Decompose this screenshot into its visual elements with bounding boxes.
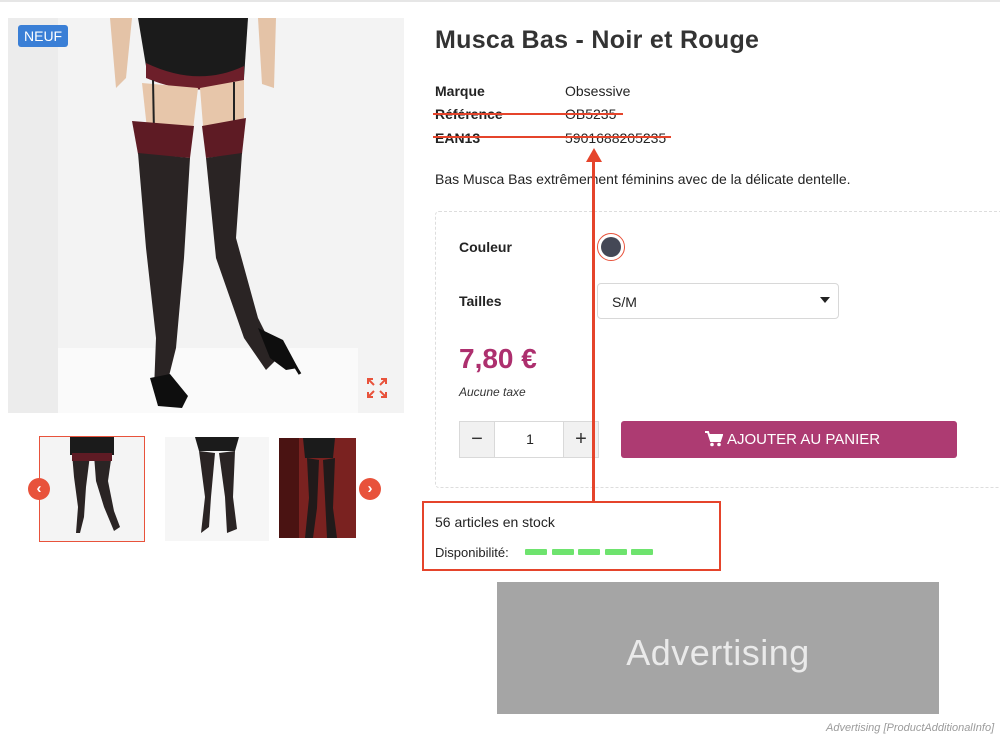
availability-label: Disponibilité:	[435, 545, 509, 560]
advertising-caption: Advertising [ProductAdditionalInfo]	[826, 722, 995, 734]
spec-value: Obsessive	[565, 83, 631, 99]
product-title: Musca Bas - Noir et Rouge	[435, 26, 760, 54]
color-dot	[601, 237, 621, 257]
advertising-banner[interactable]: Advertising	[497, 582, 939, 714]
strike-through-reference	[433, 113, 623, 115]
add-to-cart-label: AJOUTER AU PANIER	[727, 431, 881, 448]
product-price: 7,80 €	[459, 343, 537, 374]
spec-label: EAN13	[435, 130, 481, 146]
stock-highlight-box	[422, 501, 721, 571]
stock-count: 56 articles en stock	[435, 514, 555, 530]
thumbnail-1[interactable]	[39, 436, 145, 542]
tax-note: Aucune taxe	[459, 385, 526, 399]
color-label: Couleur	[459, 239, 512, 255]
strike-through-ean	[433, 136, 671, 138]
availability-bar	[604, 549, 627, 555]
quantity-input[interactable]: 1	[495, 422, 565, 457]
availability-bar	[631, 549, 653, 555]
top-divider	[0, 0, 1000, 2]
thumbnail-2[interactable]	[165, 437, 269, 541]
availability-bar	[551, 549, 574, 555]
chevron-left-icon[interactable]: ‹	[28, 478, 50, 500]
annotation-arrow-line	[592, 160, 595, 502]
spec-label: Marque	[435, 83, 485, 99]
color-swatch[interactable]	[597, 233, 625, 261]
availability-bar	[578, 549, 600, 555]
product-description: Bas Musca Bas extrêmement féminins avec …	[435, 171, 851, 187]
add-to-cart-button[interactable]: AJOUTER AU PANIER	[621, 421, 957, 458]
size-selected-value: S/M	[612, 294, 637, 310]
annotation-arrow-head	[586, 148, 602, 162]
expand-icon[interactable]	[366, 377, 388, 399]
chevron-right-icon[interactable]: ›	[359, 478, 381, 500]
thumbnail-image	[70, 437, 120, 533]
cart-icon	[705, 431, 723, 447]
size-select[interactable]: S/M	[597, 283, 839, 319]
thumbnail-image	[279, 438, 356, 538]
availability-bar	[525, 549, 547, 555]
minus-icon[interactable]: −	[460, 422, 495, 457]
advertising-text: Advertising	[626, 632, 810, 673]
thumbnail-3[interactable]	[279, 438, 356, 538]
quantity-stepper[interactable]: − 1 +	[459, 421, 599, 458]
product-main-image[interactable]	[8, 18, 404, 413]
thumbnail-image	[195, 437, 239, 533]
new-badge: NEUF	[18, 25, 69, 47]
spec-value: 5901688205235	[565, 130, 667, 146]
size-label: Tailles	[459, 293, 502, 309]
stockings-photo	[58, 18, 358, 413]
caret-down-icon	[820, 297, 830, 303]
